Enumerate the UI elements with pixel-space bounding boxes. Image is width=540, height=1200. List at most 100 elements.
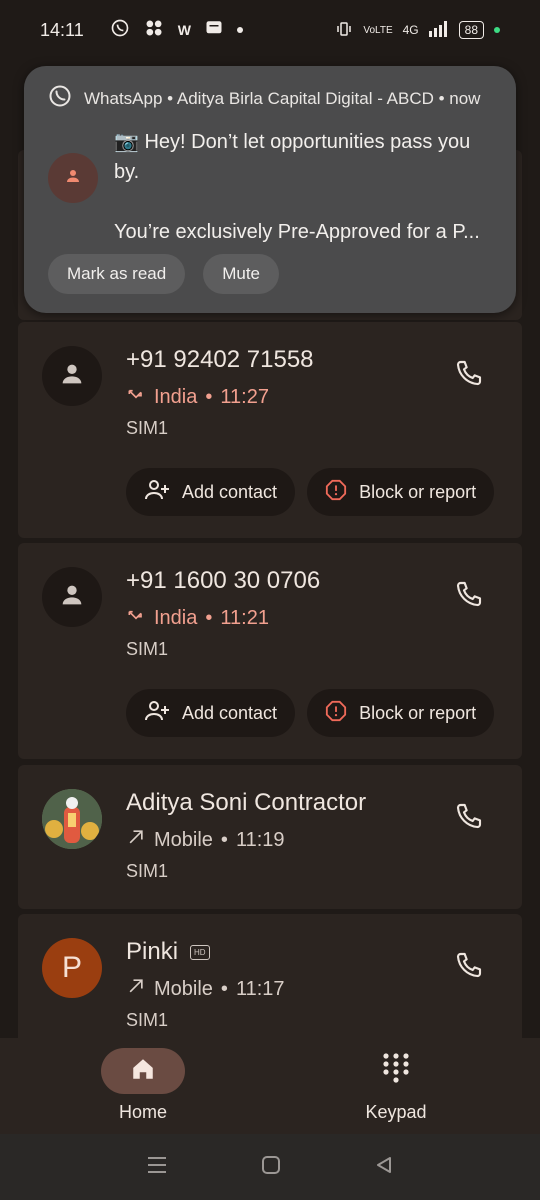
outgoing-call-icon <box>126 827 146 853</box>
notification-text: 📷 Hey! Don’t let opportunities pass you … <box>114 127 492 247</box>
block-icon <box>325 700 347 727</box>
call-meta: Mobile • 11:17 <box>126 976 285 1002</box>
separator-dot: • <box>220 977 228 1000</box>
avatar-initial: P <box>61 951 82 984</box>
notification-line1: 📷 Hey! Don’t let opportunities pass you … <box>114 131 471 183</box>
pinwheel-status-icon <box>144 18 164 43</box>
status-left-icons: W <box>110 18 243 43</box>
call-location: Mobile <box>154 828 213 851</box>
block-or-report-button[interactable]: Block or report <box>307 689 495 737</box>
call-actions: Add contact Block or report <box>126 468 495 516</box>
block-or-report-label: Block or report <box>359 702 477 723</box>
nav-keypad[interactable]: Keypad <box>354 1048 438 1123</box>
w-app-status-icon: W <box>177 22 191 38</box>
call-location: Mobile <box>154 977 213 1000</box>
person-icon <box>58 360 86 393</box>
status-bar: 14:11 W VoLTE 4G 88 <box>0 0 540 60</box>
avatar: P <box>42 938 102 998</box>
separator-dot: • <box>205 606 213 629</box>
message-status-icon <box>205 19 223 42</box>
home-button-icon[interactable] <box>261 1155 281 1180</box>
call-time: 11:27 <box>220 385 269 408</box>
call-log-item[interactable]: +91 1600 30 0706 India • 11:21 SIM1 Add … <box>18 543 522 759</box>
nav-home-label: Home <box>118 1102 167 1122</box>
call-location: India <box>154 606 198 629</box>
notification-avatar <box>48 153 98 203</box>
call-time: 11:17 <box>235 977 285 1000</box>
bottom-navigation: Home Keypad <box>0 1038 540 1134</box>
call-meta: India • 11:21 <box>126 605 269 631</box>
call-icon[interactable] <box>452 801 484 833</box>
add-person-icon <box>144 479 170 506</box>
dot-status-icon <box>236 27 243 33</box>
vibrate-icon <box>335 20 353 41</box>
block-icon <box>325 479 347 506</box>
hd-badge: HD <box>190 944 210 960</box>
add-contact-label: Add contact <box>182 702 278 723</box>
call-log-item[interactable]: Aditya Soni Contractor Mobile • 11:19 SI… <box>18 765 522 909</box>
back-icon[interactable] <box>374 1155 394 1180</box>
sim-label: SIM1 <box>126 1010 169 1030</box>
contact-name: Aditya Soni Contractor <box>126 789 367 816</box>
call-meta: India • 11:27 <box>126 384 269 410</box>
notification-line2: You’re exclusively Pre-Approved for a P.… <box>114 221 480 243</box>
home-icon <box>130 1056 156 1087</box>
mute-button[interactable]: Mute <box>203 254 279 294</box>
status-right-icons: VoLTE 4G 88 <box>335 20 500 41</box>
caller-number: +91 92402 71558 <box>126 346 314 373</box>
network-label: 4G <box>402 23 419 37</box>
status-time: 14:11 <box>40 19 84 40</box>
block-or-report-button[interactable]: Block or report <box>307 468 495 516</box>
contact-name-text: Pinki <box>126 938 179 965</box>
mark-as-read-button[interactable]: Mark as read <box>48 254 186 294</box>
whatsapp-status-icon <box>110 18 130 43</box>
person-icon <box>64 167 82 190</box>
sim-label: SIM1 <box>126 418 169 438</box>
keypad-icon <box>382 1052 410 1091</box>
caller-number: +91 1600 30 0706 <box>126 567 321 594</box>
separator-dot: • <box>220 828 228 851</box>
call-location: India <box>154 385 198 408</box>
sim-label: SIM1 <box>126 639 169 659</box>
call-time: 11:21 <box>220 606 269 629</box>
contact-name: Pinki HD <box>126 938 210 966</box>
avatar <box>42 346 102 406</box>
sim-label: SIM1 <box>126 861 169 881</box>
outgoing-call-icon <box>126 976 146 1002</box>
separator-dot: • <box>205 385 213 408</box>
whatsapp-notification[interactable]: WhatsApp • Aditya Birla Capital Digital … <box>24 66 516 313</box>
nav-keypad-label: Keypad <box>365 1102 427 1122</box>
nav-home[interactable]: Home <box>101 1048 185 1123</box>
call-actions: Add contact Block or report <box>126 689 495 737</box>
call-log-item[interactable]: P Pinki HD Mobile • 11:17 SIM1 <box>18 914 522 1038</box>
battery-indicator: 88 <box>458 21 484 39</box>
privacy-dot-icon <box>494 27 500 33</box>
contact-photo <box>42 789 102 849</box>
notification-body: 📷 Hey! Don’t let opportunities pass you … <box>48 127 492 247</box>
signal-icon <box>428 20 449 40</box>
call-icon[interactable] <box>452 579 484 611</box>
call-log-item[interactable]: +91 92402 71558 India • 11:27 SIM1 Add c… <box>18 322 522 538</box>
nav-home-pill <box>101 1048 185 1094</box>
call-icon[interactable] <box>452 950 484 982</box>
add-contact-button[interactable]: Add contact <box>126 689 296 737</box>
call-meta: Mobile • 11:19 <box>126 827 285 853</box>
call-icon[interactable] <box>452 358 484 390</box>
add-person-icon <box>144 700 170 727</box>
missed-call-icon <box>126 605 146 631</box>
notification-actions: Mark as read Mute <box>48 254 279 294</box>
avatar <box>42 567 102 627</box>
system-navigation-bar <box>0 1134 540 1200</box>
notification-source: WhatsApp • Aditya Birla Capital Digital … <box>84 88 481 108</box>
block-or-report-label: Block or report <box>359 481 477 502</box>
whatsapp-icon <box>48 84 72 113</box>
recent-apps-icon[interactable] <box>146 1155 168 1180</box>
call-time: 11:19 <box>235 828 285 851</box>
person-icon <box>58 581 86 614</box>
add-contact-button[interactable]: Add contact <box>126 468 296 516</box>
volte-label: VoLTE <box>363 24 393 36</box>
notification-header: WhatsApp • Aditya Birla Capital Digital … <box>48 84 492 113</box>
add-contact-label: Add contact <box>182 481 278 502</box>
missed-call-icon <box>126 384 146 410</box>
nav-keypad-pill <box>354 1048 438 1094</box>
